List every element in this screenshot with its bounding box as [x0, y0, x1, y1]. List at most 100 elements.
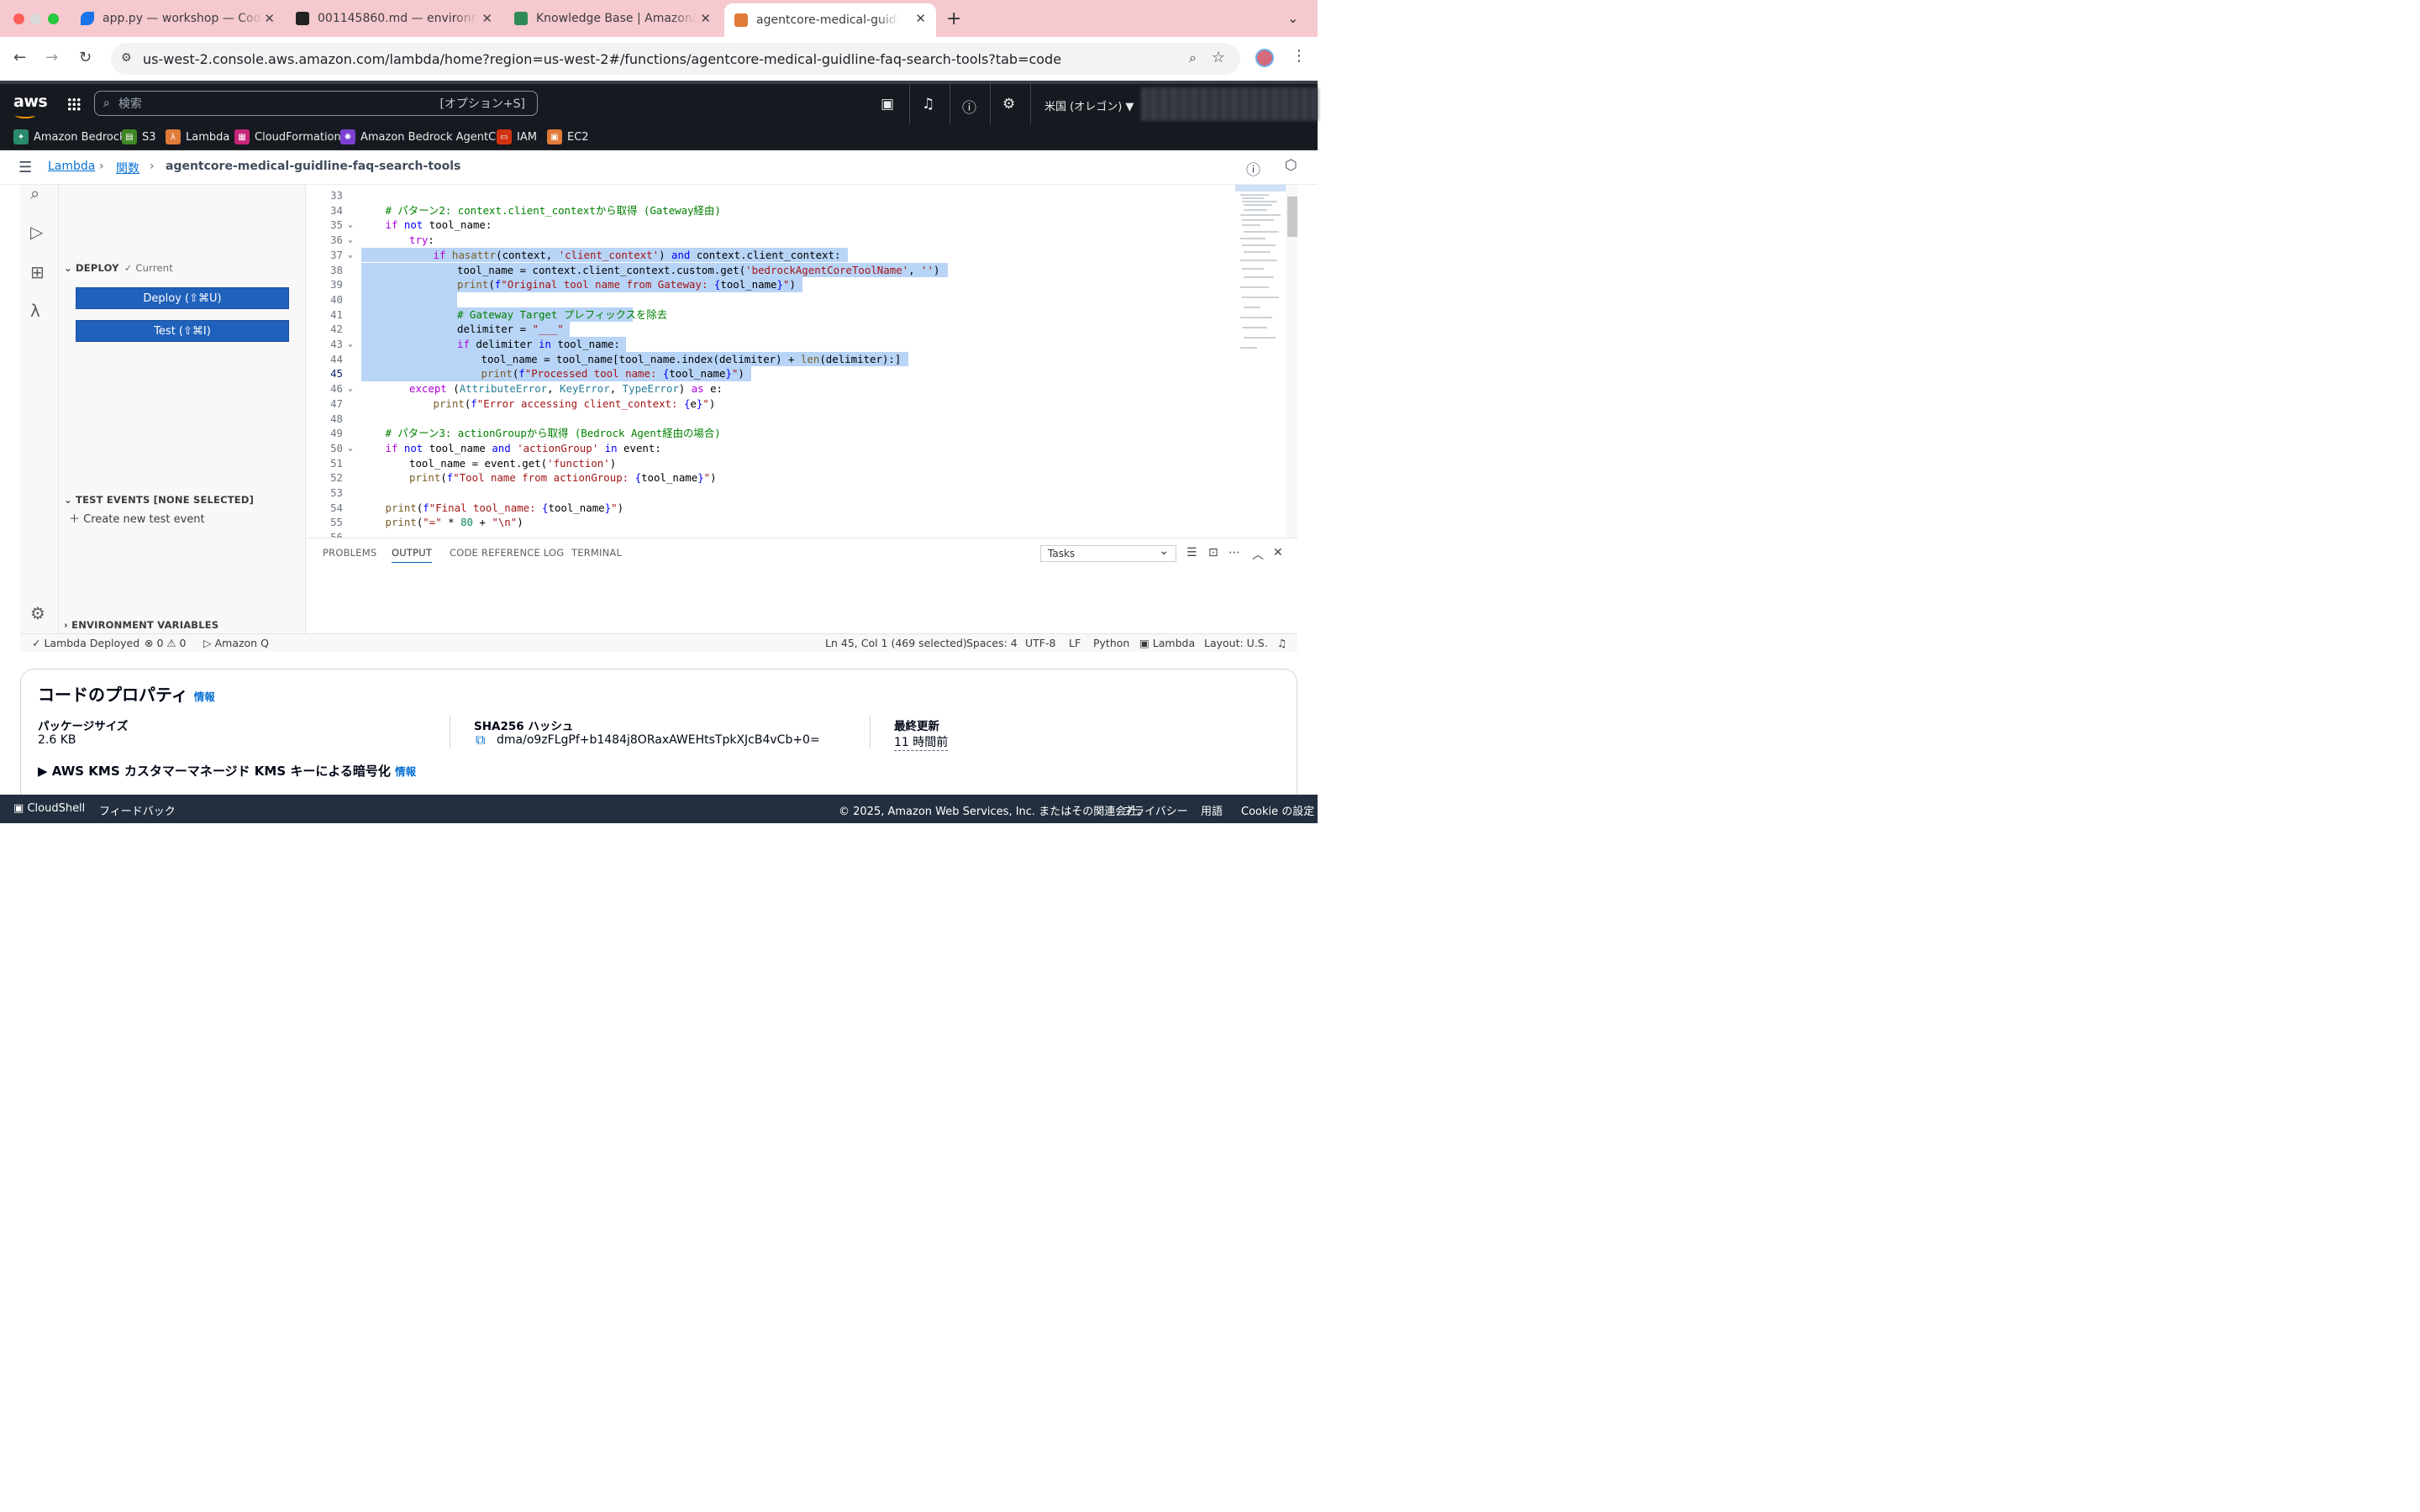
code-line[interactable]: 56: [306, 530, 1286, 538]
more-actions-icon[interactable]: ⋯: [1228, 546, 1240, 559]
help-icon[interactable]: ⓘ: [962, 96, 976, 117]
code-line[interactable]: 44 tool_name = tool_name[tool_name.index(…: [306, 351, 1286, 367]
services-grid-icon[interactable]: [67, 97, 81, 111]
close-panel-icon[interactable]: ✕: [1273, 546, 1283, 559]
code-line[interactable]: 52 print(f"Tool name from actionGroup: {t…: [306, 470, 1286, 486]
code-line[interactable]: 35 ⌄ if not tool_name:: [306, 218, 1286, 233]
code-line[interactable]: 38 tool_name = context.client_context.cus…: [306, 262, 1286, 278]
code-line[interactable]: 47 print(f"Error accessing client_context…: [306, 396, 1286, 412]
fold-chevron-icon[interactable]: ⌄: [348, 248, 353, 263]
fold-chevron-icon[interactable]: ⌄: [348, 381, 353, 396]
code-line[interactable]: 37 ⌄ if hasattr(context, 'client_context')…: [306, 247, 1286, 263]
fold-chevron-icon[interactable]: ⌄: [348, 337, 353, 352]
fold-chevron-icon[interactable]: ⌄: [348, 441, 353, 456]
favorite-cloudformation[interactable]: ▦ CloudFormation: [234, 129, 341, 144]
extensions-icon[interactable]: ⊞: [30, 262, 45, 282]
new-tab-icon[interactable]: +: [946, 8, 961, 29]
terms-link[interactable]: 用語: [1201, 802, 1223, 818]
indentation[interactable]: Spaces: 4: [966, 637, 1018, 649]
code-line[interactable]: 39 print(f"Original tool name from Gatewa…: [306, 277, 1286, 292]
lambda-icon[interactable]: λ: [30, 301, 40, 321]
tab-terminal[interactable]: TERMINAL: [571, 547, 622, 559]
language-mode[interactable]: Python: [1093, 637, 1129, 649]
create-test-event-link[interactable]: ＋ Create new test event: [69, 510, 205, 526]
amazon-q-status[interactable]: ▷ Amazon Q: [203, 637, 269, 649]
code-line[interactable]: 42 delimiter = "___": [306, 322, 1286, 337]
output-channel-select[interactable]: Tasks: [1040, 543, 1176, 562]
close-tab-icon[interactable]: ✕: [915, 11, 926, 26]
favorite-bedrock[interactable]: ✦ Amazon Bedrock: [13, 129, 126, 144]
code-line[interactable]: 55 print("=" * 80 + "\n"): [306, 515, 1286, 530]
code-line[interactable]: 36 ⌄ try:: [306, 233, 1286, 248]
tab-output[interactable]: OUTPUT: [392, 547, 433, 563]
clear-output-icon[interactable]: ☰: [1186, 546, 1197, 559]
code-line[interactable]: 51 tool_name = event.get('function'): [306, 456, 1286, 471]
favorite-lambda[interactable]: λ Lambda: [166, 129, 229, 144]
code-line[interactable]: 53: [306, 486, 1286, 501]
code-line[interactable]: 49 # パターン3: actionGroupから取得 (Bedrock Agen…: [306, 426, 1286, 441]
feedback-link[interactable]: フィードバック: [99, 802, 176, 818]
notifications-icon[interactable]: ♫: [1277, 637, 1286, 649]
env-variables-section-header[interactable]: › ENVIRONMENT VARIABLES: [64, 619, 218, 631]
run-debug-icon[interactable]: ▷: [30, 222, 43, 242]
code-line[interactable]: 41 # Gateway Target プレフィックスを除去: [306, 307, 1286, 323]
search-icon[interactable]: ⌕: [30, 183, 39, 203]
fold-chevron-icon[interactable]: ⌄: [348, 218, 353, 233]
account-menu-redacted[interactable]: [1141, 87, 1318, 121]
cloudshell-icon[interactable]: ▣: [881, 96, 894, 113]
console-search-input[interactable]: ⌕ 検索 [オプション+S]: [94, 91, 538, 116]
test-button[interactable]: Test (⇧⌘I): [76, 320, 289, 342]
end-of-line[interactable]: LF: [1069, 637, 1081, 649]
close-window-button[interactable]: [13, 13, 24, 24]
close-tab-icon[interactable]: ✕: [700, 11, 711, 26]
minimize-window-button[interactable]: [30, 13, 41, 24]
favorite-iam[interactable]: ▭ IAM: [497, 129, 537, 144]
browser-menu-icon[interactable]: ⋮: [1292, 47, 1307, 65]
browser-tab-1[interactable]: app.py — workshop — Code E ✕: [71, 0, 285, 37]
kms-info-link[interactable]: 情報: [395, 765, 416, 778]
code-line[interactable]: 34 # パターン2: context.client_contextから取得 (G…: [306, 203, 1286, 218]
cursor-position[interactable]: Ln 45, Col 1 (469 selected): [825, 637, 967, 649]
last-modified-value[interactable]: 11 時間前: [894, 733, 949, 751]
tab-problems[interactable]: PROBLEMS: [323, 547, 376, 559]
code-line[interactable]: 45 print(f"Processed tool name: {tool_nam…: [306, 366, 1286, 382]
amazon-q-icon[interactable]: ⬡: [1285, 157, 1297, 174]
cloudshell-link[interactable]: ▣ CloudShell: [13, 802, 85, 815]
code-line[interactable]: 43 ⌄ if delimiter in tool_name:: [306, 337, 1286, 352]
bookmark-star-icon[interactable]: ☆: [1212, 49, 1225, 66]
site-info-icon[interactable]: ⚙: [121, 51, 132, 65]
lambda-status[interactable]: ▣ Lambda: [1139, 637, 1195, 649]
info-link[interactable]: 情報: [194, 690, 215, 703]
cookie-settings-link[interactable]: Cookie の設定: [1241, 802, 1314, 818]
close-tab-icon[interactable]: ✕: [264, 11, 275, 26]
favorite-ec2[interactable]: ▣ EC2: [547, 129, 589, 144]
copy-icon[interactable]: ⧉: [476, 732, 485, 748]
code-line[interactable]: 50 ⌄ if not tool_name and 'actionGroup' in…: [306, 441, 1286, 456]
reload-icon[interactable]: ↻: [79, 49, 92, 66]
deploy-button[interactable]: Deploy (⇧⌘U): [76, 287, 289, 309]
breadcrumb-lambda[interactable]: Lambda: [48, 160, 95, 173]
tab-search-chevron-icon[interactable]: ⌄: [1287, 10, 1298, 26]
kms-encryption-expander[interactable]: ▶ AWS KMS カスタマーマネージド KMS キーによる暗号化 情報: [38, 762, 416, 780]
editor-scrollbar[interactable]: [1287, 197, 1297, 237]
code-line[interactable]: 48: [306, 412, 1286, 427]
code-editor[interactable]: 33 34 # パターン2: context.client_contextから取得 …: [306, 185, 1286, 538]
browser-tab-3[interactable]: Knowledge Base | AmazonBe ✕: [504, 0, 721, 37]
region-selector[interactable]: 米国 (オレゴン) ▼: [1044, 97, 1134, 113]
settings-gear-icon[interactable]: ⚙: [1002, 96, 1015, 113]
address-bar[interactable]: ⚙ us-west-2.console.aws.amazon.com/lambd…: [111, 43, 1240, 75]
favorite-s3[interactable]: ▤ S3: [122, 129, 156, 144]
manage-gear-icon[interactable]: ⚙: [30, 603, 45, 623]
maximize-window-button[interactable]: [48, 13, 59, 24]
code-line[interactable]: 46 ⌄ except (AttributeError, KeyError, Typ…: [306, 381, 1286, 396]
browser-tab-4-active[interactable]: agentcore-medical-guidline-f ✕: [724, 3, 936, 37]
lambda-deployed-status[interactable]: ✓ Lambda Deployed: [32, 637, 139, 649]
maximize-panel-icon[interactable]: ︿: [1252, 546, 1264, 563]
tab-code-reference-log[interactable]: CODE REFERENCE LOG: [450, 547, 564, 559]
browser-tab-2[interactable]: 001145860.md — environme ✕: [286, 0, 502, 37]
aws-logo[interactable]: aws: [13, 92, 48, 118]
favorite-bedrock-agentcore[interactable]: ✺ Amazon Bedrock AgentC...: [340, 129, 507, 144]
fold-chevron-icon[interactable]: ⌄: [348, 233, 353, 248]
zoom-icon[interactable]: ⌕: [1189, 50, 1197, 66]
code-line[interactable]: 54 print(f"Final tool_name: {tool_name}"): [306, 501, 1286, 516]
